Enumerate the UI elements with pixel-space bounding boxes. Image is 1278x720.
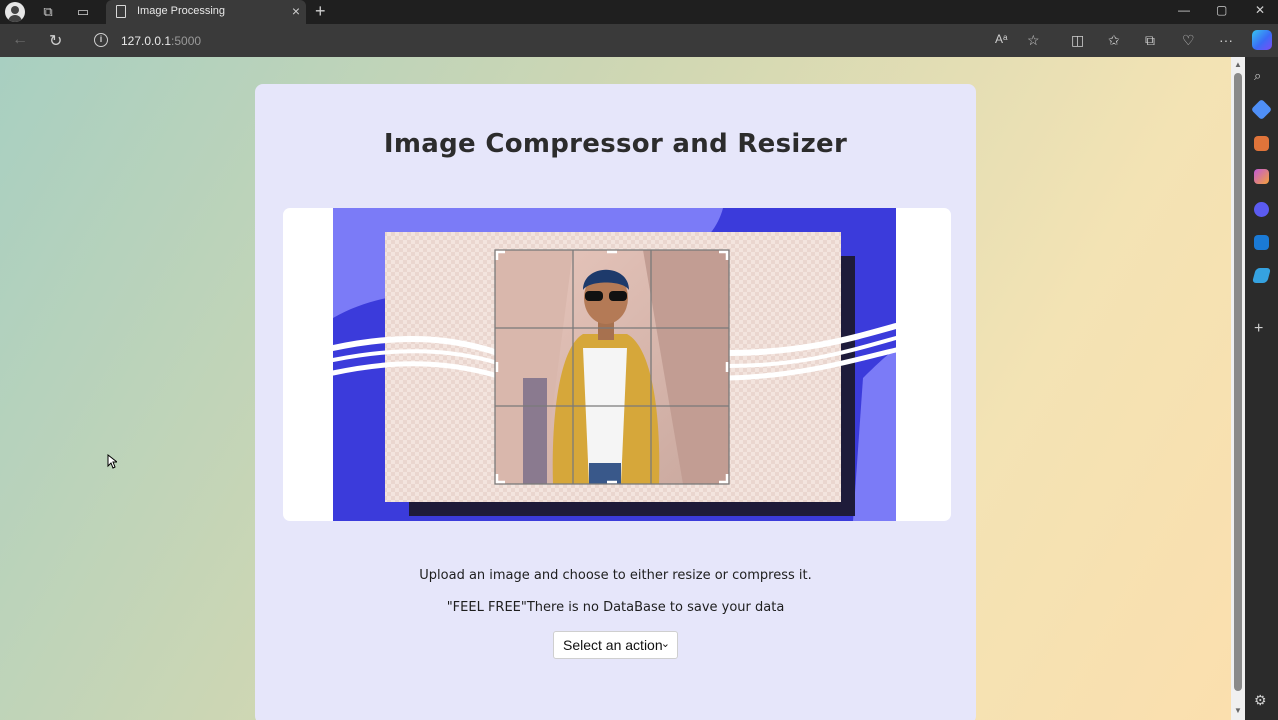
- page-icon: [116, 5, 126, 18]
- minimize-button[interactable]: —: [1178, 3, 1190, 17]
- description-text: Upload an image and choose to either res…: [419, 568, 812, 583]
- mouse-cursor-icon: [107, 454, 117, 469]
- outlook-icon[interactable]: [1254, 235, 1269, 250]
- search-icon[interactable]: ⌕: [1254, 68, 1269, 83]
- drop-icon[interactable]: [1254, 202, 1269, 217]
- add-sidebar-app-icon[interactable]: +: [1254, 321, 1269, 337]
- close-window-button[interactable]: ✕: [1255, 3, 1265, 17]
- workspaces-icon[interactable]: ⧉: [39, 3, 57, 21]
- address-bar[interactable]: 127.0.0.1:5000: [121, 34, 201, 48]
- send-icon[interactable]: [1251, 268, 1272, 283]
- edge-sidebar: ⌕ + ⚙: [1245, 57, 1278, 720]
- tab-image-processing[interactable]: Image Processing ×: [106, 0, 306, 24]
- browser-essentials-icon[interactable]: ♡: [1182, 32, 1195, 49]
- restore-button[interactable]: ▢: [1216, 3, 1227, 17]
- scroll-up-icon[interactable]: ▲: [1234, 60, 1242, 69]
- action-select[interactable]: Select an action ⌄: [553, 631, 678, 659]
- more-icon[interactable]: ···: [1219, 32, 1233, 48]
- gear-icon[interactable]: ⚙: [1254, 693, 1269, 708]
- scrollbar-thumb[interactable]: [1234, 73, 1242, 691]
- read-aloud-icon[interactable]: Aᵃ: [995, 32, 1007, 46]
- page-viewport: Image Compressor and Resizer Upload an i…: [0, 57, 1231, 720]
- games-icon[interactable]: [1254, 169, 1269, 184]
- tools-briefcase-icon[interactable]: [1254, 136, 1269, 151]
- url-port: :5000: [171, 34, 202, 48]
- chevron-down-icon: ⌄: [660, 638, 670, 650]
- profile-avatar-icon[interactable]: [5, 2, 25, 22]
- cropped-photo: [495, 250, 729, 484]
- tab-close-icon[interactable]: ×: [292, 3, 300, 19]
- page-title: Image Compressor and Resizer: [383, 129, 848, 159]
- collections-icon[interactable]: ⧉: [1145, 32, 1155, 49]
- browser-toolbar: ← ↻ i 127.0.0.1:5000 Aᵃ ☆ ◫ ✩ ⧉ ♡ ···: [0, 24, 1278, 57]
- privacy-note: "FEEL FREE"There is no DataBase to save …: [446, 600, 785, 615]
- refresh-icon[interactable]: ↻: [49, 31, 62, 51]
- new-tab-button[interactable]: +: [315, 1, 326, 22]
- favorites-icon[interactable]: ✩: [1108, 32, 1120, 49]
- hero-illustration: [330, 208, 899, 521]
- shopping-tag-icon[interactable]: [1250, 98, 1273, 121]
- url-host: 127.0.0.1: [121, 34, 172, 48]
- hero-image: [283, 208, 951, 521]
- tab-strip: ⧉ ▭ Image Processing × + — ▢ ✕: [0, 0, 1278, 24]
- tab-actions-icon[interactable]: ▭: [74, 3, 92, 21]
- copilot-icon[interactable]: [1252, 30, 1272, 50]
- page-scrollbar[interactable]: ▲ ▼: [1231, 57, 1245, 720]
- site-info-icon[interactable]: i: [94, 33, 108, 47]
- main-card: Image Compressor and Resizer Upload an i…: [255, 84, 976, 720]
- tab-title: Image Processing: [137, 5, 226, 17]
- star-icon[interactable]: ☆: [1027, 32, 1040, 49]
- back-arrow-icon[interactable]: ←: [12, 31, 28, 49]
- split-screen-icon[interactable]: ◫: [1071, 32, 1084, 49]
- action-select-value: Select an action: [563, 637, 663, 653]
- scroll-down-icon[interactable]: ▼: [1234, 706, 1242, 715]
